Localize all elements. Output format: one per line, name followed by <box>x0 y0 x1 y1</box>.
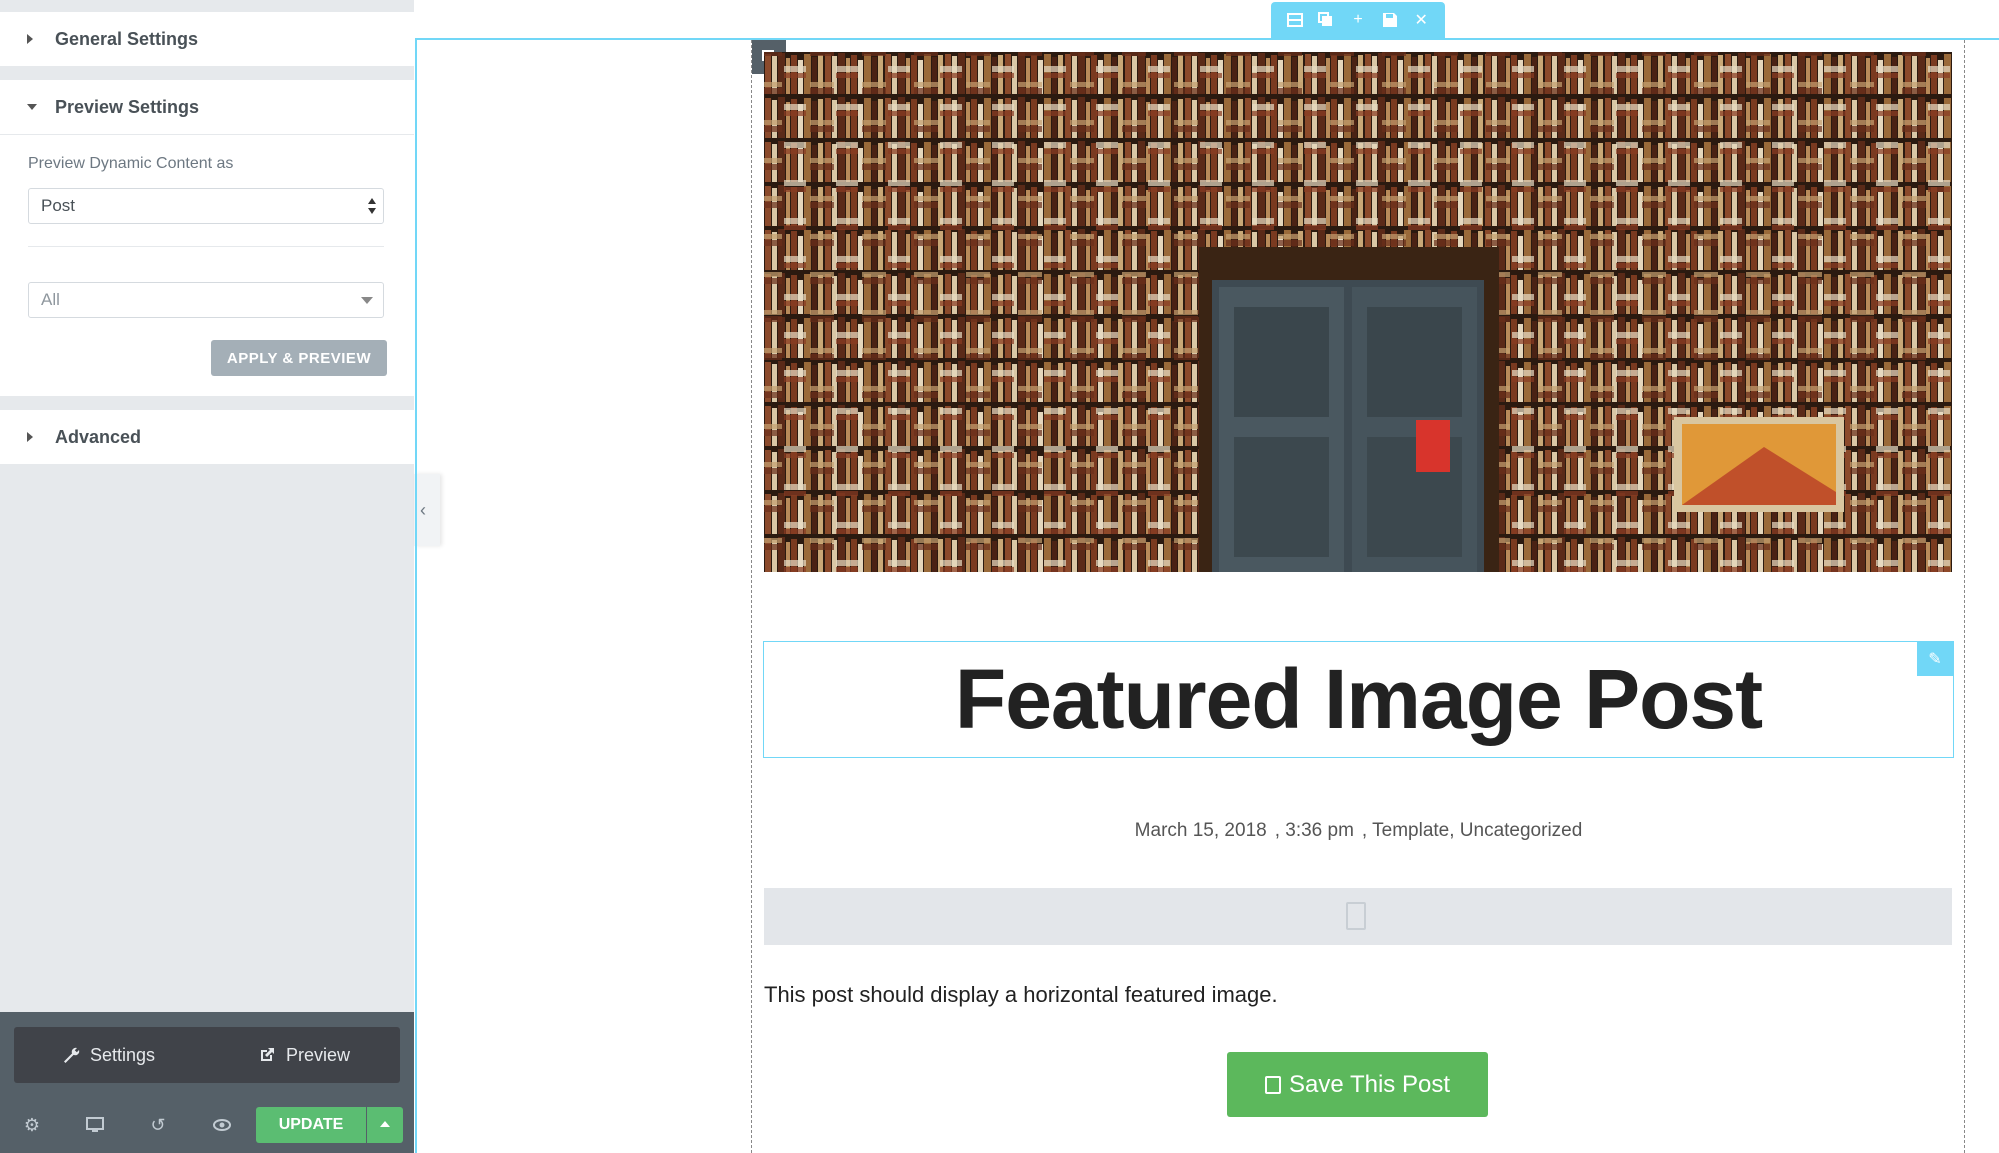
footer-tabs: Settings Preview <box>14 1027 400 1083</box>
duplicate-icon[interactable] <box>1316 12 1336 28</box>
wrench-icon <box>64 1047 80 1063</box>
desktop-icon[interactable] <box>85 1115 105 1135</box>
close-icon[interactable]: ✕ <box>1411 10 1431 30</box>
dropdown-arrow-icon <box>361 297 373 304</box>
caret-right-icon <box>27 34 33 44</box>
section-toolbar: + ✕ <box>1271 2 1445 38</box>
external-link-icon <box>261 1048 274 1061</box>
update-button[interactable]: UPDATE <box>256 1107 366 1143</box>
post-title: Featured Image Post <box>954 652 1763 746</box>
caret-down-icon <box>27 104 37 110</box>
post-content: This post should display a horizontal fe… <box>764 982 1278 1007</box>
preview-tab-label: Preview <box>286 1044 351 1065</box>
edit-section-icon[interactable] <box>1285 12 1305 28</box>
preview-type-value: Post <box>41 196 76 215</box>
eye-icon[interactable] <box>212 1115 232 1135</box>
post-date[interactable]: March 15, 2018 <box>1135 820 1267 841</box>
save-post-label: Save This Post <box>1289 1070 1450 1098</box>
general-settings-title: General Settings <box>55 28 199 49</box>
settings-tab-label: Settings <box>90 1044 156 1065</box>
post-time: , 3:36 pm <box>1274 820 1354 841</box>
apply-preview-button[interactable]: APPLY & PREVIEW <box>211 340 387 376</box>
floppy-icon <box>1265 1075 1282 1094</box>
post-categories[interactable]: , Template, Uncategorized <box>1362 820 1582 841</box>
select-arrows-icon <box>367 197 377 215</box>
advanced-header[interactable]: Advanced <box>0 410 414 464</box>
caret-right-icon <box>27 432 33 442</box>
preview-filter-select[interactable]: All <box>28 282 384 318</box>
settings-tab[interactable]: Settings <box>62 1027 155 1083</box>
preview-tab[interactable]: Preview <box>258 1027 350 1083</box>
history-icon[interactable]: ↺ <box>148 1115 168 1135</box>
update-options-button[interactable] <box>367 1107 403 1143</box>
editor-panel: General Settings Preview Settings Previe… <box>0 0 414 1153</box>
post-meta: March 15, 2018 , 3:36 pm , Template, Uncat… <box>763 820 1954 842</box>
gear-icon[interactable]: ⚙ <box>22 1115 42 1135</box>
general-settings-header[interactable]: General Settings <box>0 12 414 66</box>
edit-widget-icon[interactable]: ✎ <box>1917 642 1953 676</box>
save-post-button[interactable]: Save This Post <box>1227 1052 1488 1117</box>
preview-type-select[interactable]: Post <box>28 188 384 224</box>
save-icon[interactable] <box>1380 12 1400 28</box>
preview-settings-title: Preview Settings <box>55 96 200 117</box>
divider <box>28 246 384 247</box>
featured-image-art <box>764 52 1952 572</box>
featured-image <box>764 52 1952 572</box>
add-icon[interactable]: + <box>1348 11 1368 29</box>
section-general-settings: General Settings <box>0 12 414 66</box>
empty-widget-placeholder[interactable] <box>764 888 1952 945</box>
preview-settings-header[interactable]: Preview Settings <box>0 80 414 135</box>
document-icon <box>1346 902 1366 930</box>
section-advanced: Advanced <box>0 410 414 464</box>
preview-filter-value: All <box>41 290 60 309</box>
preview-dynamic-label: Preview Dynamic Content as <box>28 155 234 172</box>
advanced-title: Advanced <box>55 426 142 447</box>
